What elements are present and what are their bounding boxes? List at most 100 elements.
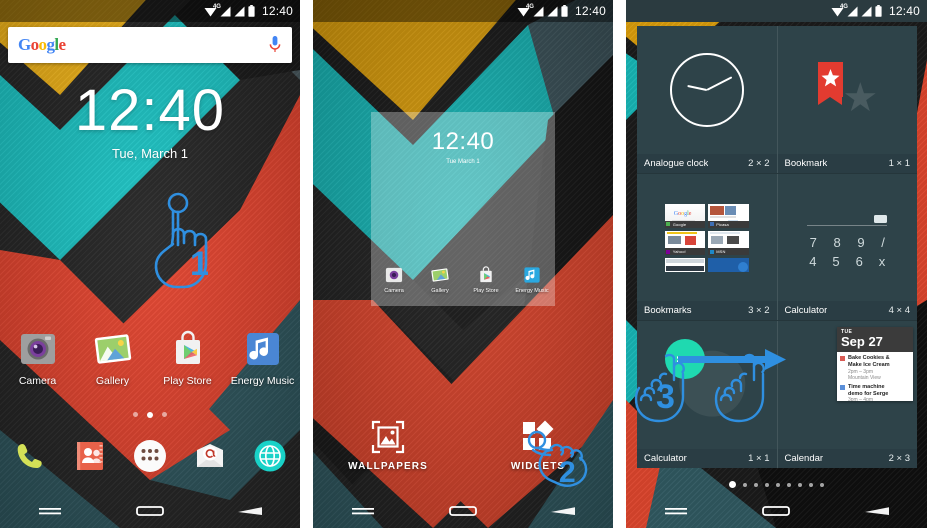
- calculator-round-preview: [637, 321, 777, 449]
- navigation-bar: [0, 494, 300, 528]
- three-panel-tutorial: 4G 12:40 Google 12:40 Tue, March 1 Camer…: [0, 0, 927, 528]
- backspace-icon: [874, 214, 888, 223]
- home-button[interactable]: [726, 504, 826, 518]
- back-icon: [551, 507, 575, 515]
- widget-item-analogue-clock[interactable]: Analogue clock 2 × 2: [637, 26, 778, 173]
- music-note-icon: [242, 328, 284, 370]
- page-dot[interactable]: [133, 412, 138, 417]
- widget-row: Calculator 1 × 1 TUE Sep 27 Bake Cookies…: [637, 321, 917, 468]
- google-search-bar[interactable]: Google: [8, 27, 292, 63]
- widget-name: Analogue clock: [644, 157, 709, 169]
- app-gallery[interactable]: Gallery: [75, 328, 150, 387]
- widget-size: 2 × 2: [748, 157, 770, 169]
- dock-browser[interactable]: [240, 437, 300, 475]
- widget-row: Analogue clock 2 × 2 ★ Bookmark 1 × 1: [637, 26, 917, 174]
- signal-icon: [234, 6, 245, 17]
- app-label: Energy Music: [230, 375, 295, 387]
- bookmark-thumb-google: Google Google: [664, 203, 706, 228]
- status-bar: 4G 12:40: [626, 0, 927, 22]
- preview-app-row: Camera Gallery Play Store Energy Music: [371, 265, 555, 294]
- widget-item-calculator-4x4[interactable]: 7 8 9 / 4 5 6 x Calculator 4 × 4: [777, 174, 918, 321]
- bookmark-thumb-picasa: Picasa: [708, 203, 749, 228]
- favicon: [709, 249, 714, 254]
- home-button[interactable]: [413, 504, 513, 518]
- favicon: [709, 222, 714, 227]
- widget-picker-grid[interactable]: Analogue clock 2 × 2 ★ Bookmark 1 × 1 Go…: [637, 26, 917, 468]
- preview-app-camera[interactable]: Camera: [371, 265, 417, 294]
- dock-app-drawer[interactable]: [120, 437, 180, 475]
- calculator-key-row: 7 8 9 /: [801, 235, 893, 250]
- page-dot[interactable]: [754, 482, 758, 487]
- event-title-2: Make Ice Cream: [848, 361, 890, 368]
- menu-button[interactable]: [313, 505, 413, 517]
- bookmark-ribbon-preview: ★: [778, 26, 918, 154]
- status-bar: 4G 12:40: [0, 0, 300, 22]
- wallpaper-icon: [371, 420, 405, 454]
- page-dot[interactable]: [162, 412, 167, 417]
- battery-icon: [561, 5, 568, 17]
- widget-item-calendar[interactable]: TUE Sep 27 Bake Cookies & Make Ice Cream…: [777, 321, 917, 468]
- microphone-icon[interactable]: [268, 35, 282, 55]
- back-button[interactable]: [513, 504, 613, 518]
- wallpapers-button[interactable]: WALLPAPERS: [313, 420, 463, 472]
- widget-item-bookmark[interactable]: ★ Bookmark 1 × 1: [777, 26, 918, 173]
- app-label: Gallery: [95, 375, 130, 387]
- page-dot-active[interactable]: [729, 481, 736, 488]
- preview-app-label: Energy Music: [515, 288, 549, 294]
- phone-icon: [11, 437, 49, 475]
- bookmarks-grid-preview: Google Google Picasa Yahoo! MSN: [637, 174, 777, 302]
- event-text: Time machine demo for Serge 3pm – 4pm: [848, 384, 888, 402]
- clock-minute-hand: [706, 76, 733, 91]
- dock-phone[interactable]: [0, 437, 60, 475]
- widget-name: Calendar: [784, 453, 824, 465]
- dock-contacts[interactable]: [60, 437, 120, 475]
- widget-label-bar: Bookmarks 3 × 2: [637, 301, 777, 321]
- menu-button[interactable]: [0, 505, 100, 517]
- home-button[interactable]: [100, 504, 200, 518]
- event-title: Bake Cookies &: [848, 354, 890, 361]
- page-dot[interactable]: [809, 482, 813, 487]
- widget-label-bar: Calculator 1 × 1: [637, 449, 777, 468]
- bookmarks-thumbnails: Google Google Picasa Yahoo! MSN: [664, 203, 749, 272]
- widgets-button[interactable]: WIDGETS: [463, 420, 613, 472]
- preview-clock-widget: 12:40 Tue March 1: [371, 128, 555, 165]
- page-dot[interactable]: [787, 482, 791, 487]
- page-dot[interactable]: [820, 482, 824, 487]
- navigation-bar: [626, 494, 927, 528]
- preview-app-gallery[interactable]: Gallery: [417, 265, 463, 294]
- back-button[interactable]: [200, 504, 300, 518]
- menu-icon: [39, 508, 61, 515]
- app-energy-music[interactable]: Energy Music: [225, 328, 300, 387]
- bookmark-caption: Picasa: [708, 220, 749, 228]
- calculator-key-row: 4 5 6 x: [801, 254, 893, 269]
- page-dot[interactable]: [776, 482, 780, 487]
- widget-name: Bookmark: [784, 157, 828, 169]
- preview-app-energy-music[interactable]: Energy Music: [509, 265, 555, 294]
- event-title-2: demo for Serge: [848, 390, 889, 397]
- bookmark-caption: MSN: [708, 248, 749, 256]
- page-dot[interactable]: [798, 482, 802, 487]
- widget-label-bar: Analogue clock 2 × 2: [637, 153, 777, 173]
- home-screen-preview-card[interactable]: 12:40 Tue March 1 Camera Gallery Play St…: [371, 112, 555, 306]
- calculator-key: 5: [832, 253, 840, 269]
- calculator-key: 7: [809, 234, 817, 250]
- dock-email[interactable]: [180, 437, 240, 475]
- back-button[interactable]: [827, 504, 927, 518]
- page-dot-active[interactable]: [147, 412, 153, 418]
- panel-widget-picker: 4G 12:40 Analogue clock 2 × 2 ★ Bookmark…: [626, 0, 927, 528]
- widget-item-calculator-1x1[interactable]: Calculator 1 × 1: [637, 321, 778, 468]
- calendar-header: TUE Sep 27: [837, 327, 913, 352]
- preview-app-play-store[interactable]: Play Store: [463, 265, 509, 294]
- widget-label-bar: Calendar 2 × 3: [777, 449, 917, 468]
- widget-item-bookmarks[interactable]: Google Google Picasa Yahoo! MSN Bookmark…: [637, 173, 778, 321]
- page-dot[interactable]: [765, 482, 769, 487]
- bookmark-graphic: ★: [816, 61, 878, 118]
- menu-button[interactable]: [626, 505, 726, 517]
- app-camera[interactable]: Camera: [0, 328, 75, 387]
- clock-label: 12:40: [888, 4, 920, 18]
- page-dot[interactable]: [743, 482, 747, 487]
- play-store-icon: [476, 265, 496, 285]
- widget-size: 4 × 4: [888, 305, 910, 317]
- calculator-keypad-preview: 7 8 9 / 4 5 6 x: [778, 174, 918, 302]
- app-play-store[interactable]: Play Store: [150, 328, 225, 387]
